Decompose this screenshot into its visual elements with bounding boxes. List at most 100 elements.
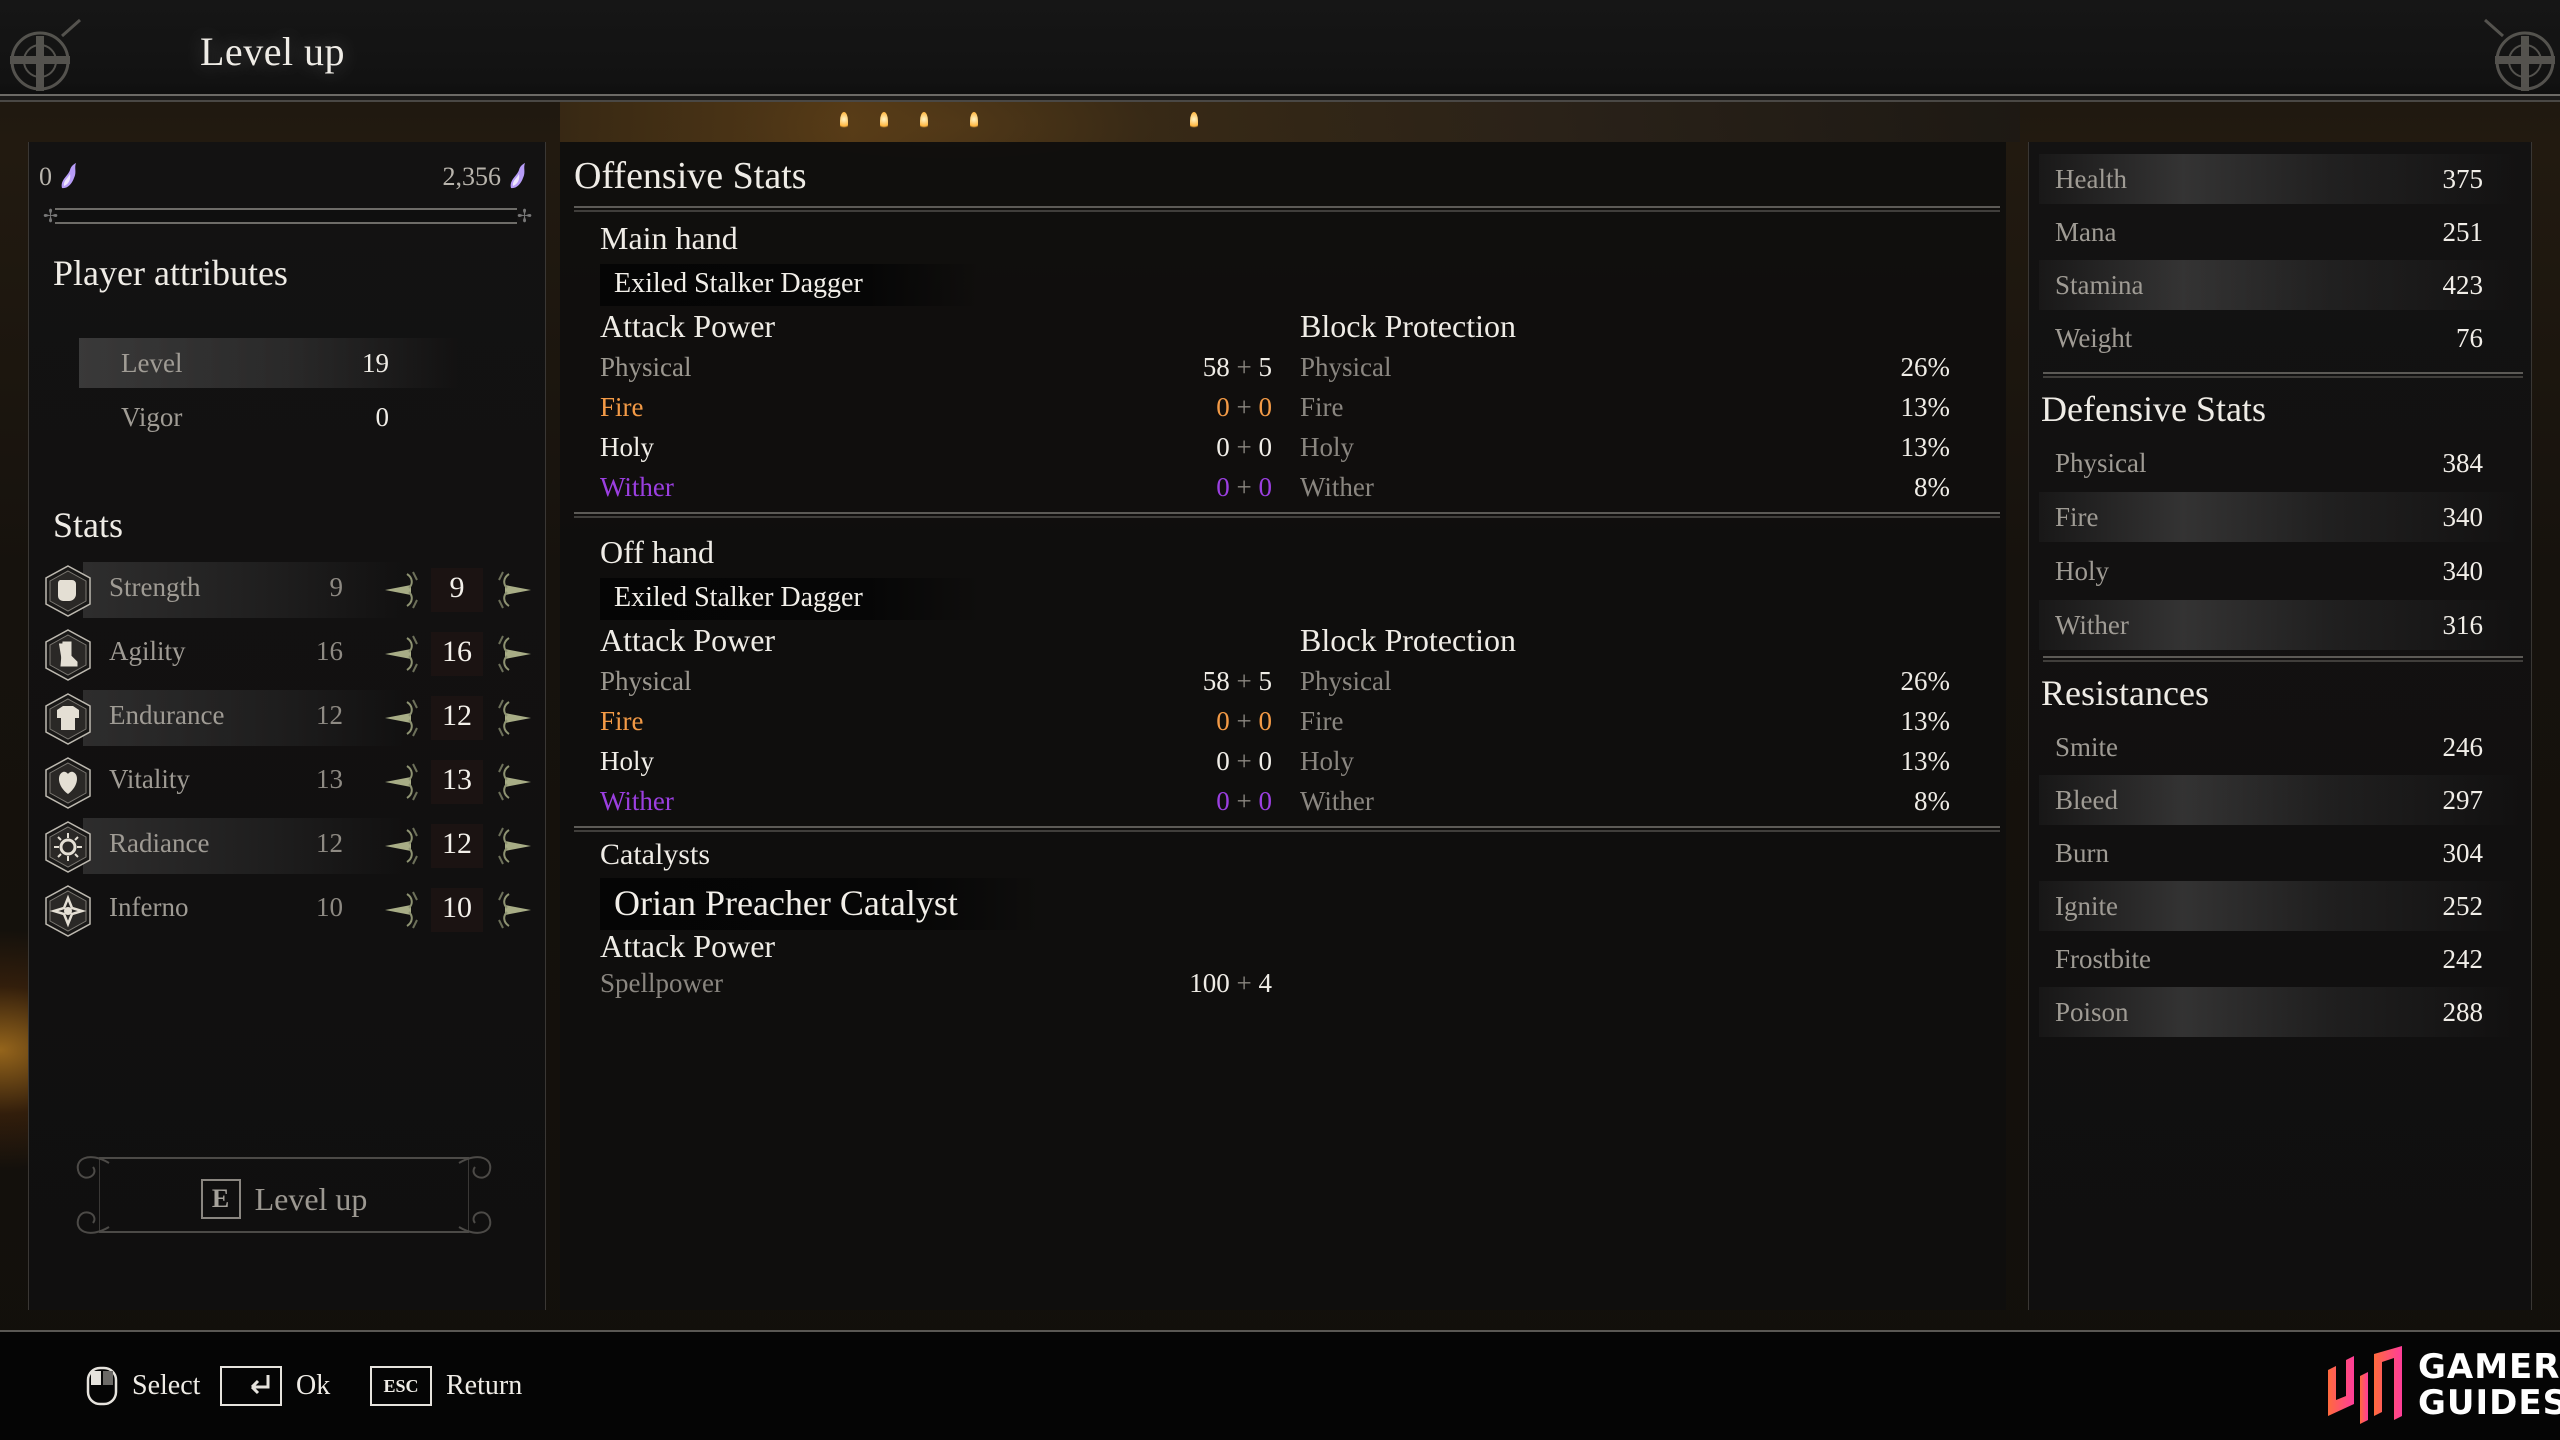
- off-hand-attack-row-fire: Fire 0 + 0: [600, 706, 1272, 746]
- stats-title: Stats: [53, 505, 124, 545]
- stat-label: Strength: [109, 572, 201, 602]
- main-hand-attack-plus: +: [1229, 392, 1259, 422]
- catalysts-title: Catalysts: [600, 838, 710, 871]
- decrease-arrow-icon[interactable]: [383, 826, 427, 866]
- catalyst-attack-plus: +: [1229, 968, 1259, 998]
- off-hand-attack-plus: +: [1229, 706, 1259, 736]
- stat-row-vitality[interactable]: Vitality 13 13: [43, 754, 533, 810]
- main-hand-attack-power-title: Attack Power: [600, 308, 776, 344]
- stat-stepper[interactable]: 10: [383, 882, 533, 938]
- increase-arrow-icon[interactable]: [489, 698, 533, 738]
- off-hand-attack-bonus: 0: [1258, 746, 1273, 776]
- resistance-value: 242: [2442, 944, 2484, 974]
- off-hand-attack-row-wither: Wither 0 + 0: [600, 786, 1272, 826]
- general-stat-value: 375: [2442, 164, 2484, 194]
- general-stat-value: 76: [2456, 323, 2483, 353]
- attribute-label: Vigor: [121, 402, 183, 432]
- off-hand-attack-base: 0: [1216, 786, 1230, 816]
- level-up-button[interactable]: E Level up: [59, 1147, 509, 1243]
- main-hand-attack-bonus: 0: [1258, 432, 1273, 462]
- candle-flame: [970, 112, 978, 130]
- logo-line-1: GAMER: [2418, 1347, 2560, 1387]
- defensive-stat-value: 340: [2442, 502, 2484, 532]
- main-hand-block-value: 26%: [1900, 352, 1951, 382]
- ok-hint[interactable]: Ok: [220, 1366, 330, 1406]
- soul-flame-icon: [61, 163, 76, 189]
- increase-arrow-icon[interactable]: [489, 570, 533, 610]
- stat-current-value: 12: [442, 699, 472, 732]
- stat-row-strength[interactable]: Strength 9 9: [43, 562, 533, 618]
- main-hand-attack-label: Physical: [600, 352, 692, 382]
- off-hand-block-row-physical: Physical 26%: [1300, 666, 1950, 706]
- select-hint[interactable]: Select: [86, 1366, 200, 1406]
- increase-arrow-icon[interactable]: [489, 762, 533, 802]
- candle-flame: [880, 112, 888, 130]
- main-hand-block-label: Physical: [1300, 352, 1392, 382]
- general-stat-row-stamina: Stamina 423: [2039, 260, 2519, 310]
- off-hand-attack-plus: +: [1229, 786, 1259, 816]
- logo-line-2: GUIDES: [2418, 1383, 2560, 1423]
- stat-stepper[interactable]: 12: [383, 818, 533, 874]
- candle-flame: [840, 112, 848, 130]
- gamer-guides-logo: GAMER GUIDES: [2324, 1346, 2560, 1424]
- stat-base-value: 12: [316, 700, 343, 730]
- select-hint-label: Select: [132, 1370, 201, 1401]
- flame-swirl-icon: [43, 884, 93, 938]
- general-stat-label: Stamina: [2055, 270, 2144, 300]
- attribute-value: 19: [362, 348, 389, 378]
- gamer-guides-logo-icon: [2328, 1346, 2402, 1424]
- character-panel: 0 2,356 ✢ ✢ Player attributes Level 19 Vig…: [28, 142, 546, 1310]
- stat-base-value: 12: [316, 828, 343, 858]
- off-hand-attack-label: Physical: [600, 666, 692, 696]
- stat-row-endurance[interactable]: Endurance 12 12: [43, 690, 533, 746]
- stat-stepper[interactable]: 9: [383, 562, 533, 618]
- main-hand-block-label: Wither: [1300, 472, 1374, 502]
- stat-current-value: 9: [449, 571, 465, 604]
- section-divider: [2043, 372, 2523, 378]
- stat-stepper[interactable]: 12: [383, 690, 533, 746]
- stat-label: Endurance: [109, 700, 225, 730]
- resistance-value: 297: [2442, 785, 2484, 815]
- bar-end-ornament-icon: ✢: [43, 206, 59, 226]
- stat-row-inferno[interactable]: Inferno 10 10: [43, 882, 533, 938]
- off-hand-attack-base: 58: [1202, 666, 1230, 696]
- stat-row-radiance[interactable]: Radiance 12 12: [43, 818, 533, 874]
- return-hint[interactable]: ESC Return: [370, 1366, 522, 1406]
- decrease-arrow-icon[interactable]: [383, 698, 427, 738]
- decrease-arrow-icon[interactable]: [383, 762, 427, 802]
- decrease-arrow-icon[interactable]: [383, 890, 427, 930]
- section-divider: [574, 512, 2000, 518]
- stat-base-value: 16: [316, 636, 343, 666]
- stat-label: Vitality: [109, 764, 190, 794]
- catalyst-attack-value: 100 + 4: [1189, 968, 1272, 999]
- increase-arrow-icon[interactable]: [489, 890, 533, 930]
- defensive-stat-row-holy: Holy 340: [2039, 546, 2519, 596]
- increase-arrow-icon[interactable]: [489, 634, 533, 674]
- off-hand-attack-value: 0 + 0: [1216, 786, 1272, 817]
- scroll-ornament-icon: [458, 1156, 492, 1234]
- stat-stepper[interactable]: 16: [383, 626, 533, 682]
- stat-row-agility[interactable]: Agility 16 16: [43, 626, 533, 682]
- decrease-arrow-icon[interactable]: [383, 634, 427, 674]
- main-hand-attack-bonus: 5: [1258, 352, 1273, 382]
- resistance-row-poison: Poison 288: [2039, 987, 2519, 1037]
- top-bar: [0, 0, 2560, 96]
- general-stat-value: 251: [2442, 217, 2484, 247]
- resistance-label: Bleed: [2055, 785, 2118, 815]
- section-divider: [2043, 656, 2523, 662]
- resistance-value: 246: [2442, 732, 2484, 762]
- off-hand-attack-value: 0 + 0: [1216, 706, 1272, 737]
- stat-stepper[interactable]: 13: [383, 754, 533, 810]
- page-title: Level up: [200, 29, 346, 74]
- stat-label: Radiance: [109, 828, 210, 858]
- catalyst-attack-row-spellpower: Spellpower 100 + 4: [600, 968, 1272, 1008]
- attribute-value: 0: [375, 402, 390, 432]
- increase-arrow-icon[interactable]: [489, 826, 533, 866]
- decrease-arrow-icon[interactable]: [383, 570, 427, 610]
- main-hand-block-value: 8%: [1914, 472, 1950, 502]
- off-hand-attack-label: Fire: [600, 706, 644, 736]
- main-hand-block-value: 13%: [1900, 392, 1951, 422]
- defensive-stat-value: 316: [2442, 610, 2484, 640]
- defensive-stat-value: 340: [2442, 556, 2484, 586]
- character-stats-panel: Health 375 Mana 251 Stamina 423 Weight 76 Defen…: [2028, 142, 2532, 1310]
